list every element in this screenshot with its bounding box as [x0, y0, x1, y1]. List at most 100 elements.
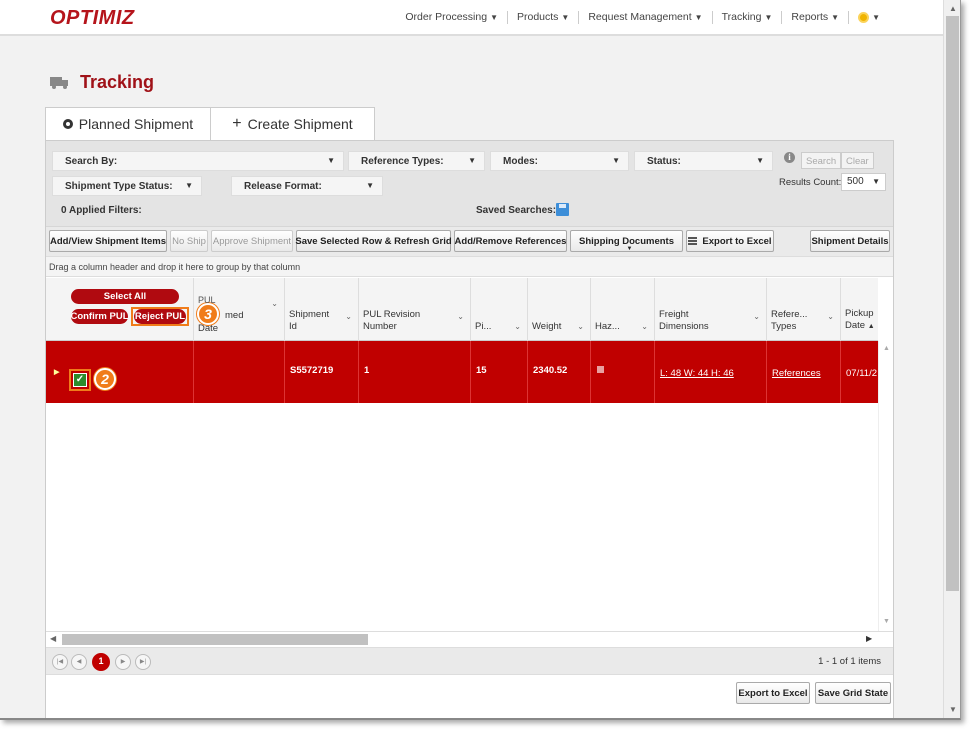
chevron-down-icon: ⌄: [641, 322, 648, 331]
add-remove-references-button[interactable]: Add/Remove References: [454, 230, 567, 252]
save-grid-state-button[interactable]: Save Grid State: [815, 682, 891, 704]
col-reference-types[interactable]: Refere... Types ⌄: [767, 278, 841, 341]
shipment-type-status-select[interactable]: Shipment Type Status: ▼: [52, 176, 202, 196]
page-header: Tracking: [50, 72, 154, 93]
chevron-down-icon: ⌄: [514, 322, 521, 331]
applied-filters-label: 0 Applied Filters:: [61, 205, 142, 216]
chevron-down-icon: ▼: [185, 181, 193, 190]
search-by-select[interactable]: Search By: ▼: [52, 151, 344, 171]
shipment-details-button[interactable]: Shipment Details: [810, 230, 890, 252]
results-count-select[interactable]: 500 ▼: [841, 173, 886, 191]
grid-horizontal-scrollbar[interactable]: ◀ ▶: [46, 631, 893, 647]
references-link[interactable]: References: [772, 368, 821, 379]
page-title: Tracking: [80, 72, 155, 92]
grid-vertical-scrollbar[interactable]: ▲ ▼: [878, 341, 893, 631]
group-by-hint[interactable]: Drag a column header and drop it here to…: [46, 256, 893, 277]
results-count-label: Results Count:: [779, 177, 842, 188]
cell-pieces: 15: [471, 341, 528, 403]
reference-types-select[interactable]: Reference Types: ▼: [348, 151, 485, 171]
info-icon[interactable]: i: [784, 152, 795, 163]
release-format-select[interactable]: Release Format: ▼: [231, 176, 383, 196]
last-page-icon[interactable]: ▶|: [135, 654, 151, 670]
chevron-down-icon: ⌄: [753, 312, 760, 321]
logo: OPTIMIZ: [50, 7, 135, 29]
col-pul-revision-number[interactable]: PUL Revision Number ⌄: [359, 278, 471, 341]
caret-down-icon: ▼: [872, 13, 880, 22]
scrollbar-thumb[interactable]: [946, 16, 959, 591]
col-pickup-date[interactable]: Pickup Date ▲: [841, 278, 878, 341]
export-excel-toolbar-button[interactable]: Export to Excel: [686, 230, 774, 252]
export-excel-button[interactable]: Export to Excel: [736, 682, 810, 704]
col-pieces[interactable]: Pi... ⌄: [471, 278, 528, 341]
tab-create-shipment[interactable]: + Create Shipment: [210, 107, 375, 141]
tab-planned-shipment[interactable]: Planned Shipment: [45, 107, 211, 141]
hazmat-checkbox[interactable]: [597, 366, 604, 373]
nav-order-processing[interactable]: Order Processing ▼: [396, 11, 508, 24]
scroll-down-arrow-icon[interactable]: ▼: [883, 618, 890, 625]
scroll-up-arrow-icon[interactable]: ▲: [883, 345, 890, 352]
table-row[interactable]: ▶ ✓ 2 S5572719 1 15 2340.52 L: 48 W: 44 …: [46, 341, 878, 403]
approve-shipment-button[interactable]: Approve Shipment: [211, 230, 293, 252]
sort-asc-icon: ▲: [867, 323, 875, 330]
no-ship-button[interactable]: No Ship: [170, 230, 208, 252]
grid-toolbar: Add/View Shipment Items No Ship Approve …: [46, 226, 893, 256]
chevron-down-icon: ▼: [612, 156, 620, 165]
page-number-current[interactable]: 1: [92, 653, 110, 671]
scroll-right-arrow-icon[interactable]: ▶: [866, 634, 872, 643]
chevron-down-icon: ▼: [366, 181, 374, 190]
list-icon: [688, 237, 698, 245]
nav-tracking[interactable]: Tracking ▼: [713, 11, 783, 24]
chevron-down-icon: ⌄: [577, 322, 584, 331]
nav-products[interactable]: Products ▼: [508, 11, 580, 24]
step-2-badge: 2: [94, 368, 116, 390]
app-window: OPTIMIZ Order Processing ▼ Products ▼ Requ…: [0, 0, 961, 720]
add-view-shipment-items-button[interactable]: Add/View Shipment Items: [49, 230, 167, 252]
tracking-panel: Search By: ▼ Reference Types: ▼ Modes: ▼ St…: [45, 140, 894, 718]
top-bar: OPTIMIZ Order Processing ▼ Products ▼ Requ…: [0, 0, 943, 36]
pager: |◀ ◀ 1 ▶ ▶| 1 - 1 of 1 items: [46, 647, 893, 675]
cell-pickup-date: 07/11/2: [846, 368, 877, 379]
caret-down-icon: ▼: [561, 13, 570, 22]
clear-button[interactable]: Clear: [841, 152, 874, 169]
status-select[interactable]: Status: ▼: [634, 151, 773, 171]
chevron-down-icon: ⌄: [457, 312, 464, 321]
caret-down-icon: ▼: [694, 13, 703, 22]
chevron-down-icon: ▼: [327, 156, 335, 165]
search-button[interactable]: Search: [801, 152, 842, 169]
next-page-icon[interactable]: ▶: [115, 654, 131, 670]
scrollbar-thumb[interactable]: [62, 634, 368, 645]
col-pul-confirmed-date[interactable]: PUL med Date ⌄: [194, 278, 285, 341]
col-hazmat[interactable]: Haz... ⌄: [591, 278, 655, 341]
chevron-down-icon: ⌄: [271, 299, 278, 308]
col-freight-dimensions[interactable]: Freight Dimensions ⌄: [655, 278, 767, 341]
select-all-button[interactable]: Select All: [71, 289, 179, 304]
page-scrollbar[interactable]: ▲ ▼: [943, 0, 960, 718]
scroll-down-arrow-icon[interactable]: ▼: [949, 705, 957, 714]
row-checkbox[interactable]: ✓: [73, 373, 87, 387]
grid-header: Select All Confirm PUL Reject PUL 3 PUL …: [46, 278, 878, 341]
col-shipment-id[interactable]: Shipment Id ⌄: [285, 278, 359, 341]
save-icon[interactable]: [556, 203, 569, 216]
save-refresh-grid-button[interactable]: Save Selected Row & Refresh Grid: [295, 230, 452, 252]
nav-settings[interactable]: ▼: [849, 11, 889, 24]
freight-dimensions-link[interactable]: L: 48 W: 44 H: 46: [660, 368, 734, 379]
caret-down-icon: ▼: [490, 13, 498, 22]
shipping-documents-button[interactable]: Shipping Documents ▼: [570, 230, 683, 252]
expand-row-icon[interactable]: ▶: [54, 368, 59, 376]
confirm-pul-button[interactable]: Confirm PUL: [70, 309, 129, 324]
scroll-left-arrow-icon[interactable]: ◀: [50, 634, 56, 643]
cell-references: References: [767, 341, 841, 403]
nav-reports[interactable]: Reports ▼: [782, 11, 850, 24]
first-page-icon[interactable]: |◀: [52, 654, 68, 670]
col-weight[interactable]: Weight ⌄: [528, 278, 591, 341]
prev-page-icon[interactable]: ◀: [71, 654, 87, 670]
col-actions: Select All Confirm PUL Reject PUL 3: [46, 278, 219, 341]
cell-pul-confirmed-date: [194, 341, 285, 403]
main-nav: Order Processing ▼ Products ▼ Request Mana…: [396, 11, 889, 24]
filter-area: Search By: ▼ Reference Types: ▼ Modes: ▼ St…: [46, 141, 893, 226]
modes-select[interactable]: Modes: ▼: [490, 151, 629, 171]
scroll-up-arrow-icon[interactable]: ▲: [949, 4, 957, 13]
gear-icon: [858, 11, 870, 23]
reject-pul-button[interactable]: Reject PUL: [134, 309, 186, 324]
nav-request-management[interactable]: Request Management ▼: [579, 11, 713, 24]
